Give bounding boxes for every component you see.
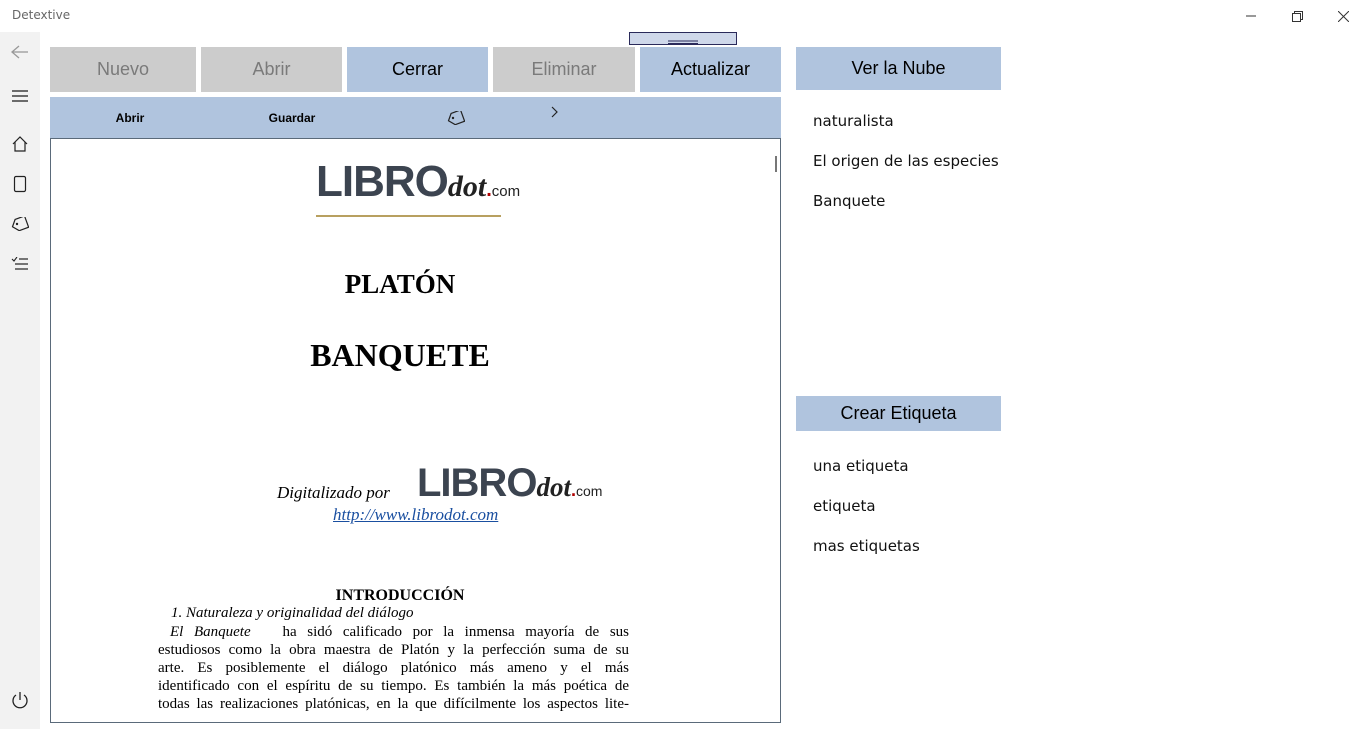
- power-button[interactable]: [0, 680, 40, 720]
- subsection-title: 1. Naturaleza y originalidad del diálogo: [171, 605, 414, 621]
- eliminar-button[interactable]: Eliminar: [493, 47, 635, 92]
- intro-paragraph: El Banquete ha sidó calificado por la in…: [158, 623, 629, 713]
- digitized-by-label: Digitalizado por: [277, 483, 390, 502]
- close-icon: [1337, 10, 1349, 22]
- abrir-button[interactable]: Abrir: [201, 47, 342, 92]
- librodot-small-logo: LIBROdot.com: [417, 461, 603, 505]
- paragraph-line: El Banquete ha sidó calificado por la in…: [170, 624, 630, 640]
- cmd-guardar-button[interactable]: Guardar: [252, 97, 332, 138]
- librodot-link[interactable]: http://www.librodot.com: [333, 505, 498, 525]
- actualizar-button[interactable]: Actualizar: [640, 47, 781, 92]
- tag-item[interactable]: una etiqueta: [813, 457, 909, 475]
- restore-icon: [1291, 10, 1303, 22]
- power-icon: [12, 692, 28, 709]
- document-viewer[interactable]: LIBROdot.com PLATÓN BANQUETE Digitalizad…: [50, 138, 781, 723]
- paragraph-line: estudiosos como la obra maestra de Plató…: [158, 642, 629, 658]
- tag-icon: [11, 217, 29, 231]
- nav-home[interactable]: [0, 124, 40, 164]
- restore-button[interactable]: [1274, 0, 1320, 32]
- crear-etiqueta-button[interactable]: Crear Etiqueta: [796, 396, 1001, 431]
- nav-tags[interactable]: [0, 204, 40, 244]
- cloud-item[interactable]: naturalista: [813, 112, 894, 130]
- back-button[interactable]: [0, 32, 40, 72]
- splitter-handle[interactable]: [629, 32, 737, 45]
- back-arrow-icon: [11, 45, 28, 59]
- command-bar: Abrir Guardar: [50, 97, 781, 138]
- scrollbar-thumb[interactable]: [775, 156, 777, 172]
- cloud-item[interactable]: El origen de las especies: [813, 152, 999, 170]
- paragraph-line: arte. Es posiblemente el diálogo platóni…: [158, 660, 629, 676]
- navigation-rail: [0, 32, 40, 729]
- section-title: INTRODUCCIÓN: [335, 587, 465, 604]
- paragraph-line: identificado con el espíritu de su tiemp…: [158, 678, 629, 694]
- app-title: Detextive: [12, 8, 71, 22]
- cmd-tag-button[interactable]: [440, 97, 472, 138]
- close-window-button[interactable]: [1320, 0, 1366, 32]
- nav-document[interactable]: [0, 164, 40, 204]
- title-bar: Detextive: [0, 0, 1366, 32]
- menu-button[interactable]: [0, 76, 40, 116]
- home-icon: [12, 136, 28, 152]
- cmd-more-button[interactable]: [540, 91, 570, 132]
- hamburger-menu-icon: [12, 90, 28, 102]
- minimize-button[interactable]: [1228, 0, 1274, 32]
- cerrar-button[interactable]: Cerrar: [347, 47, 488, 92]
- tag-icon: [447, 110, 465, 125]
- cmd-abrir-button[interactable]: Abrir: [90, 97, 170, 138]
- ver-la-nube-button[interactable]: Ver la Nube: [796, 47, 1001, 90]
- nuevo-button[interactable]: Nuevo: [50, 47, 196, 92]
- tag-item[interactable]: etiqueta: [813, 497, 876, 515]
- paragraph-line: todas las realizaciones platónicas, en l…: [158, 696, 629, 712]
- minimize-icon: [1246, 15, 1256, 17]
- cloud-item[interactable]: Banquete: [813, 192, 885, 210]
- document-icon: [13, 175, 27, 193]
- chevron-right-icon: [551, 106, 558, 117]
- checklist-icon: [11, 257, 28, 270]
- logo-underline: [316, 215, 501, 217]
- tag-item[interactable]: mas etiquetas: [813, 537, 920, 555]
- nav-list[interactable]: [0, 244, 40, 284]
- librodot-logo: LIBROdot.com: [316, 157, 521, 206]
- author-title: PLATÓN: [344, 269, 456, 299]
- work-title: BANQUETE: [310, 337, 490, 373]
